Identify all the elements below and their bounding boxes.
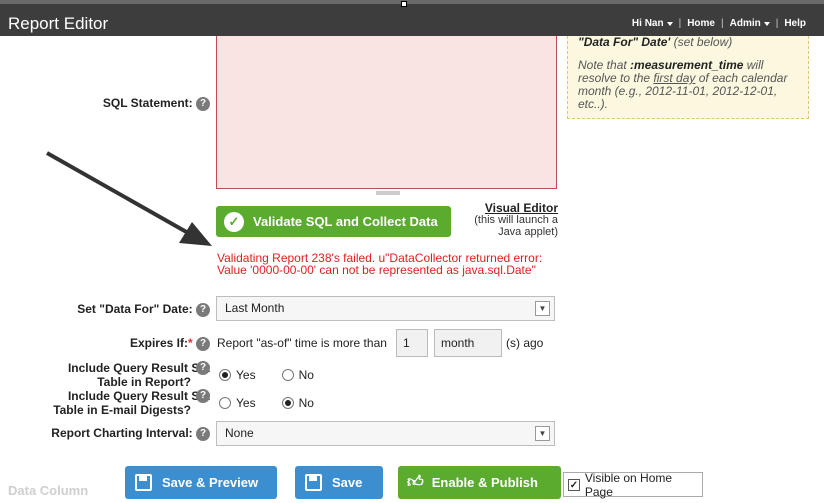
top-nav: Hi Nan | Home | Admin | Help: [631, 18, 806, 29]
help-icon[interactable]: ?: [196, 302, 210, 317]
user-menu[interactable]: Hi Nan: [632, 18, 673, 29]
validate-sql-button[interactable]: ✓ Validate SQL and Collect Data: [216, 206, 451, 237]
help-icon[interactable]: ?: [196, 96, 210, 111]
expires-prefix: Report "as-of" time is more than: [217, 336, 387, 350]
include-digest-radios: Yes No: [219, 396, 314, 410]
include-report-label: Include Query Result Set Table in Report…: [67, 361, 210, 389]
radio-unselected[interactable]: [281, 369, 294, 381]
data-for-label: Set "Data For" Date: ?: [40, 302, 210, 317]
save-preview-button[interactable]: Save & Preview: [125, 466, 277, 499]
top-bar: Report Editor Hi Nan | Home | Admin | He…: [0, 0, 824, 36]
floppy-icon: [135, 474, 152, 491]
chevron-down-icon: ▼: [535, 426, 550, 441]
thumbs-up-icon: 👍︎: [407, 474, 424, 491]
expires-if-label: Expires If:* ?: [40, 336, 210, 351]
admin-menu[interactable]: Admin: [730, 18, 770, 29]
visual-editor-link[interactable]: Visual Editor: [466, 202, 558, 214]
sql-statement-textarea[interactable]: [216, 36, 557, 189]
radio-selected[interactable]: [219, 369, 231, 381]
help-note: "Data For" Date' (set below) Note that :…: [567, 36, 809, 119]
visual-editor: Visual Editor (this will launch a Java a…: [466, 202, 558, 238]
help-icon[interactable]: ?: [196, 336, 210, 351]
admin-menu-label: Admin: [729, 18, 761, 29]
chevron-down-icon: [666, 21, 673, 26]
expires-unit-input[interactable]: month: [434, 329, 502, 357]
expires-number-input[interactable]: 1: [396, 329, 428, 357]
check-icon: ✓: [224, 211, 244, 232]
expires-suffix: (s) ago: [506, 336, 544, 350]
visible-on-home-checkbox[interactable]: ✓ Visible on Home Page: [563, 471, 703, 499]
user-menu-label: Hi Nan: [631, 18, 664, 29]
help-icon[interactable]: ?: [196, 389, 210, 403]
floppy-icon: [305, 474, 322, 491]
nav-home[interactable]: Home: [687, 18, 715, 29]
radio-selected[interactable]: [281, 397, 294, 409]
data-for-select[interactable]: Last Month ▼: [216, 296, 555, 321]
include-report-yes[interactable]: Yes: [219, 368, 256, 382]
include-digest-no[interactable]: No: [281, 396, 314, 410]
visual-editor-note: (this will launch a Java applet): [474, 214, 558, 238]
app-title: Report Editor: [8, 14, 109, 33]
include-report-no[interactable]: No: [281, 368, 314, 382]
help-icon[interactable]: ?: [196, 426, 210, 441]
validation-error: Validating Report 238's failed. u"DataCo…: [217, 251, 543, 277]
nav-help[interactable]: Help: [784, 18, 806, 29]
enable-publish-button[interactable]: 👍︎ Enable & Publish: [398, 466, 561, 499]
section-header-faded: Data Column: [8, 483, 89, 498]
include-digest-label: Include Query Result Set Table in E-mail…: [53, 389, 210, 417]
checkbox-checked[interactable]: ✓: [568, 478, 580, 491]
charting-interval-label: Report Charting Interval: ?: [20, 426, 210, 441]
charting-interval-select[interactable]: None ▼: [216, 421, 555, 446]
annotation-arrow: [46, 151, 212, 246]
chevron-down-icon: ▼: [535, 301, 550, 316]
resize-grip[interactable]: [376, 191, 400, 195]
sql-statement-label: SQL Statement: ?: [60, 96, 210, 111]
save-button[interactable]: Save: [295, 466, 383, 499]
include-digest-yes[interactable]: Yes: [219, 396, 256, 410]
note-bold: "Data For" Date': [578, 35, 671, 49]
radio-unselected[interactable]: [219, 397, 231, 409]
resize-handle[interactable]: [401, 1, 407, 7]
include-report-radios: Yes No: [219, 368, 314, 382]
chevron-down-icon: [763, 21, 770, 26]
help-icon[interactable]: ?: [196, 361, 210, 375]
